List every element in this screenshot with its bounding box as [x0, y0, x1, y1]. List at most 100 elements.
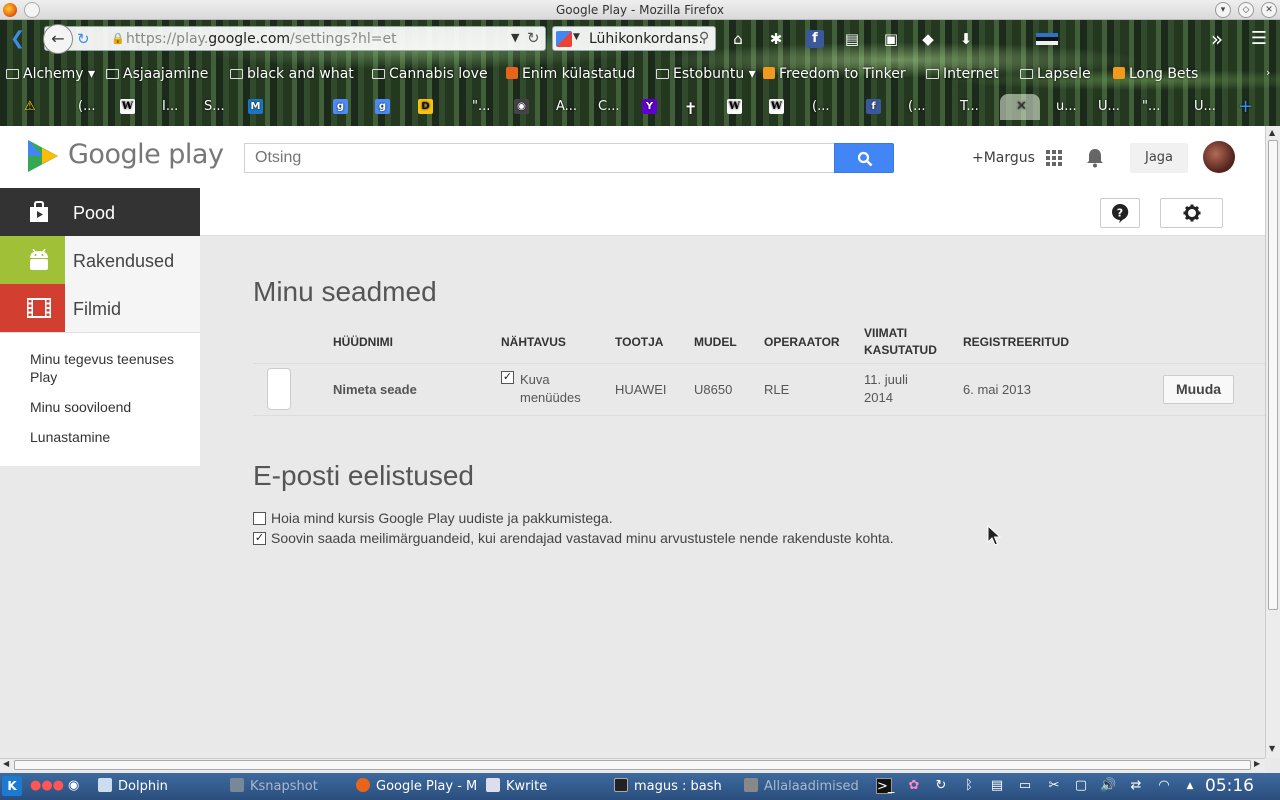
tab[interactable]: u...: [1056, 99, 1077, 114]
activities-icon[interactable]: ●●●: [30, 778, 64, 793]
tab[interactable]: W: [120, 99, 141, 114]
nav-store[interactable]: Pood: [0, 188, 200, 236]
redeem-link[interactable]: Lunastamine: [0, 428, 200, 446]
application-launcher-icon[interactable]: K: [2, 776, 22, 796]
scissors-icon[interactable]: ✂: [1046, 778, 1062, 794]
tab[interactable]: U...: [1098, 99, 1120, 114]
addon-icon[interactable]: ✱: [767, 30, 785, 48]
play-search-input[interactable]: [245, 144, 825, 172]
volume-icon[interactable]: 🔊: [1100, 778, 1116, 794]
close-tab-icon[interactable]: ✕: [1016, 99, 1027, 114]
terminal-tray-icon[interactable]: >_: [876, 778, 894, 794]
news-checkbox[interactable]: [253, 511, 266, 525]
email-option-replies[interactable]: ✓ Soovin saada meilimärguandeid, kui are…: [253, 530, 894, 546]
tab[interactable]: (...: [78, 99, 95, 114]
forward-button[interactable]: ↻: [77, 30, 90, 48]
bookmark-long-bets[interactable]: Long Bets: [1113, 66, 1198, 82]
tray-app-icon[interactable]: ✿: [906, 778, 922, 794]
bookmark-freedom-to-tinker[interactable]: Freedom to Tinker: [763, 66, 906, 82]
email-option-news[interactable]: Hoia mind kursis Google Play uudiste ja …: [253, 510, 894, 526]
minimize-button[interactable]: ▾: [1215, 2, 1231, 18]
tab[interactable]: C...: [598, 99, 619, 114]
browser-search-bar[interactable]: ▼ Lühikonkordans. ⚲: [552, 26, 716, 51]
taskbar-item-kwrite[interactable]: Kwrite: [486, 778, 547, 794]
menu-icon[interactable]: ☰: [1250, 30, 1268, 48]
taskbar-item-bash[interactable]: magus : bash: [614, 778, 722, 794]
avatar[interactable]: [1203, 141, 1235, 173]
tab[interactable]: U...: [1194, 99, 1216, 114]
bookmark-internet[interactable]: Internet: [926, 66, 999, 82]
scroll-right-icon[interactable]: ▶: [1254, 759, 1260, 768]
bookmark-black-and-what[interactable]: black and what: [230, 66, 354, 82]
play-search-button[interactable]: [834, 143, 894, 173]
maximize-button[interactable]: ◇: [1238, 2, 1254, 18]
bookmark-alchemy[interactable]: Alchemy ▾: [6, 66, 95, 82]
tab[interactable]: (...: [908, 99, 925, 114]
clipboard-icon[interactable]: ▤: [989, 778, 1005, 794]
bluetooth-icon[interactable]: ᛒ: [961, 778, 977, 794]
tab[interactable]: g: [375, 99, 396, 114]
bookmark-lapsele[interactable]: Lapsele: [1020, 66, 1091, 82]
bookmark-tool-icon[interactable]: ▤: [843, 30, 861, 48]
scrollbar-thumb[interactable]: [1268, 140, 1278, 610]
bookmark-estobuntu[interactable]: Estobuntu ▾: [656, 66, 756, 82]
tab[interactable]: I...: [162, 99, 178, 114]
clock[interactable]: 05:16: [1205, 776, 1254, 796]
tab[interactable]: D: [418, 99, 439, 114]
tab[interactable]: ◉: [514, 99, 535, 114]
sidebar-toggle-icon[interactable]: ❮: [10, 28, 25, 49]
home-icon[interactable]: ⌂: [729, 30, 747, 48]
scroll-down-icon[interactable]: ▼: [1269, 744, 1275, 753]
tab[interactable]: M: [248, 99, 269, 114]
tab[interactable]: "...: [472, 99, 490, 114]
wishlist-link[interactable]: Minu sooviloend: [0, 398, 200, 416]
reload-icon[interactable]: ↻: [527, 29, 540, 47]
download-icon[interactable]: ⬇: [957, 30, 975, 48]
scrollbar-thumb[interactable]: [14, 760, 1251, 770]
device-notifier-icon[interactable]: ▢: [1073, 778, 1089, 794]
close-window-button[interactable]: ✕: [1261, 2, 1277, 18]
replies-checkbox[interactable]: ✓: [253, 531, 266, 545]
search-icon[interactable]: ⚲: [699, 30, 709, 46]
taskbar-item-google-play[interactable]: Google Play - M: [356, 778, 477, 794]
tab[interactable]: W: [769, 99, 790, 114]
google-play-logo[interactable]: Google play: [28, 138, 224, 174]
back-button[interactable]: ←: [43, 24, 73, 54]
tab[interactable]: f: [866, 99, 887, 114]
visibility-checkbox[interactable]: ✓: [501, 371, 514, 384]
share-button[interactable]: Jaga: [1130, 143, 1188, 173]
url-text[interactable]: https://play.google.com/settings?hl=et: [126, 31, 397, 47]
network-icon[interactable]: ⇄: [1128, 778, 1144, 794]
edit-device-button[interactable]: Muuda: [1163, 374, 1234, 404]
tab[interactable]: T...: [960, 99, 979, 114]
wifi-icon[interactable]: ◠: [1156, 778, 1172, 794]
search-text[interactable]: Lühikonkordans.: [589, 31, 703, 47]
tab[interactable]: A...: [556, 99, 577, 114]
notifications-bell-icon[interactable]: [1086, 148, 1104, 168]
battery-icon[interactable]: ▭: [1017, 778, 1033, 794]
tab[interactable]: (...: [812, 99, 829, 114]
overflow-chevron-icon[interactable]: »: [1208, 29, 1226, 49]
scroll-left-icon[interactable]: ◀: [3, 759, 9, 768]
play-search-box[interactable]: [244, 143, 835, 173]
bookmarks-overflow-icon[interactable]: ›: [1266, 66, 1270, 79]
tab[interactable]: ✝: [684, 99, 697, 118]
network-globe-icon[interactable]: ◉: [68, 778, 79, 793]
estonia-flag-icon[interactable]: [1036, 33, 1058, 45]
tab[interactable]: Y: [642, 99, 663, 114]
bookmark-asjaajamine[interactable]: Asjaajamine: [106, 66, 208, 82]
facebook-icon[interactable]: f: [806, 30, 824, 48]
tag-icon[interactable]: ◆: [919, 30, 937, 48]
taskbar-item-downloads[interactable]: Allalaadimised: [744, 778, 859, 794]
new-tab-icon[interactable]: +: [1238, 96, 1253, 117]
url-bar[interactable]: ← ↻ 🔒 https://play.google.com/settings?h…: [43, 24, 546, 54]
help-button[interactable]: ?: [1100, 198, 1140, 228]
tab[interactable]: "...: [1142, 99, 1160, 114]
search-engine-dropdown-icon[interactable]: ▼: [573, 32, 580, 42]
settings-button[interactable]: [1160, 198, 1223, 228]
taskbar-item-dolphin[interactable]: Dolphin: [98, 778, 168, 794]
bookmark-enim-kulastatud[interactable]: Enim külastatud: [506, 66, 635, 82]
bookmark-cannabis-love[interactable]: Cannabis love: [372, 66, 488, 82]
tab[interactable]: S...: [204, 99, 225, 114]
nav-movies[interactable]: Filmid: [0, 284, 200, 332]
